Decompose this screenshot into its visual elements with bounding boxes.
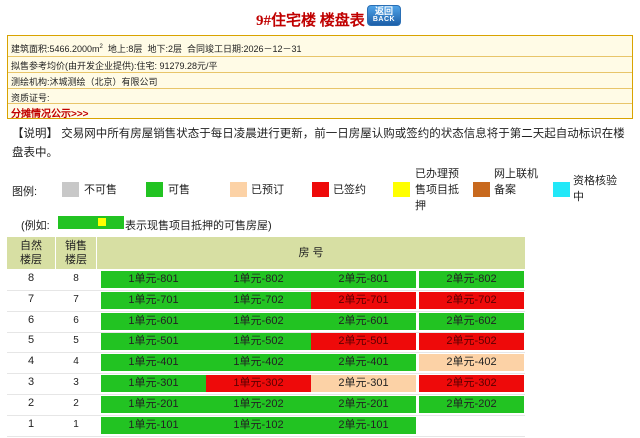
floor-number: 2 xyxy=(27,396,35,409)
floor-number: 7 xyxy=(27,292,35,305)
legend-swatch xyxy=(553,182,570,197)
legend-swatch xyxy=(473,182,490,197)
page-title: 9#住宅楼 楼盘表 xyxy=(256,13,365,29)
legend-text: 已签约 xyxy=(333,184,366,196)
unit-cell[interactable]: 2单元-602 xyxy=(419,312,524,330)
sale-floor-number: 6 xyxy=(73,314,79,326)
unit-cell[interactable]: 1单元-801 xyxy=(101,271,206,288)
unit-cell[interactable]: 1单元-701 xyxy=(101,291,206,309)
unit-cell[interactable]: 1单元-102 xyxy=(206,416,311,434)
legend-text: 资格核验中 xyxy=(573,175,617,203)
floor-number: 8 xyxy=(27,272,35,284)
sale-floor-number: 8 xyxy=(73,273,79,284)
unit-cell[interactable]: 2单元-601 xyxy=(311,312,416,330)
legend-swatch xyxy=(312,182,329,197)
floor-number: 6 xyxy=(27,313,35,326)
sale-floor-number: 5 xyxy=(73,335,79,347)
sale-floor-number: 2 xyxy=(73,397,79,409)
floors-below: 地下:2层 xyxy=(147,44,182,54)
legend-swatch xyxy=(62,182,79,197)
legend-text: 可售 xyxy=(168,184,190,196)
unit-cell[interactable]: 2单元-201 xyxy=(311,395,416,413)
divider xyxy=(8,72,632,73)
example-suffix: 表示现售项目抵押的可售房屋) xyxy=(125,220,272,232)
unit-cell[interactable]: 1单元-602 xyxy=(206,312,311,330)
legend-swatch xyxy=(393,182,410,197)
back-button[interactable]: 返回 BACK xyxy=(367,5,401,26)
back-label-cn: 返回 xyxy=(374,6,393,16)
unit-cell[interactable]: 2单元-702 xyxy=(419,291,524,309)
unit-cell[interactable]: 1单元-502 xyxy=(206,333,311,351)
unit-cell[interactable]: 1单元-301 xyxy=(101,375,206,392)
row-divider xyxy=(7,435,525,437)
unit-cell[interactable]: 1单元-702 xyxy=(206,291,311,309)
unit-cell[interactable]: 2单元-402 xyxy=(419,354,524,372)
unit-cell[interactable]: 2单元-101 xyxy=(311,416,416,434)
legend-label: 图例: xyxy=(12,186,38,198)
example-prefix: (例如: xyxy=(21,220,50,232)
unit-cell[interactable]: 2单元-401 xyxy=(311,354,416,372)
survey-agency: 测绘机构:沐城测绘（北京）有限公司 xyxy=(11,77,158,87)
unit-cell[interactable]: 2单元-202 xyxy=(419,395,524,413)
divider xyxy=(8,56,632,57)
notice-text: 【说明】 交易网中所有房屋销售状态于每日凌晨进行更新，前一日房屋认购或签约的状态… xyxy=(12,128,625,159)
unit-cell[interactable]: 2单元-502 xyxy=(419,333,524,351)
unit-cell[interactable]: 2单元-802 xyxy=(419,271,524,288)
legend-text: 已预订 xyxy=(251,184,284,196)
area-unit-sup: 2 xyxy=(99,44,103,50)
building-area: 建筑面积:5466.2000m xyxy=(11,44,100,54)
legend-swatch xyxy=(230,182,247,197)
unit-cell[interactable]: 2单元-701 xyxy=(311,291,416,309)
col-header-rooms: 房 号 xyxy=(97,237,525,269)
unit-cell[interactable]: 1单元-401 xyxy=(101,354,206,372)
reference-price: 拟售参考均价(由开发企业提供):住宅: 91279.28元/平 xyxy=(11,61,218,71)
floor-number: 3 xyxy=(27,376,35,388)
allocation-disclosure-link[interactable]: 分摊情况公示>>> xyxy=(11,105,89,120)
building-specs: 建筑面积:5466.2000m2 地上:8层 地下:2层 合同竣工日期:2026… xyxy=(11,42,302,55)
unit-cell[interactable]: 1单元-501 xyxy=(101,333,206,351)
col-header-floor-label: 自然楼层 xyxy=(20,240,42,266)
completion-date: 合同竣工日期:2026－12－31 xyxy=(186,44,302,54)
floors-above: 地上:8层 xyxy=(107,44,143,54)
floor-number: 4 xyxy=(27,355,35,368)
title-bar: 9#住宅楼 楼盘表 返回 BACK xyxy=(0,0,640,34)
sale-floor-number: 7 xyxy=(73,293,79,305)
unit-cell[interactable]: 1单元-201 xyxy=(101,395,206,413)
unit-cell[interactable]: 1单元-601 xyxy=(101,312,206,330)
unit-cell[interactable]: 1单元-802 xyxy=(206,271,311,288)
unit-cell[interactable]: 1单元-402 xyxy=(206,354,311,372)
divider xyxy=(8,88,632,89)
col-header-sale-floor: 销售楼层 xyxy=(56,237,96,269)
unit-cell[interactable]: 2单元-801 xyxy=(311,271,416,288)
building-info-panel: 建筑面积:5466.2000m2 地上:8层 地下:2层 合同竣工日期:2026… xyxy=(7,35,633,120)
example-green-swatch xyxy=(58,216,124,229)
unit-cell[interactable]: 1单元-101 xyxy=(101,416,206,434)
unit-cell[interactable]: 1单元-202 xyxy=(206,395,311,413)
sale-floor-number: 1 xyxy=(73,418,79,430)
floor-number: 5 xyxy=(27,334,35,347)
unit-cell[interactable]: 2单元-302 xyxy=(419,375,524,392)
legend-swatch xyxy=(146,182,163,197)
col-header-sale-floor-label: 销售楼层 xyxy=(65,240,87,266)
unit-cell[interactable]: 1单元-302 xyxy=(206,375,311,392)
legend-text: 不可售 xyxy=(84,184,117,196)
divider xyxy=(8,103,632,104)
legend-text: 已办理预售项目抵押 xyxy=(415,168,459,212)
col-header-floor: 自然楼层 xyxy=(7,237,55,269)
floor-number: 1 xyxy=(27,417,35,430)
example-yellow-marker xyxy=(98,218,106,226)
unit-cell[interactable]: 2单元-501 xyxy=(311,333,416,351)
unit-cell[interactable]: 2单元-301 xyxy=(311,375,416,392)
sale-floor-number: 4 xyxy=(73,356,79,368)
sale-floor-number: 3 xyxy=(73,377,79,388)
legend-text: 网上联机备案 xyxy=(494,168,538,196)
back-label-en: BACK xyxy=(372,16,396,23)
